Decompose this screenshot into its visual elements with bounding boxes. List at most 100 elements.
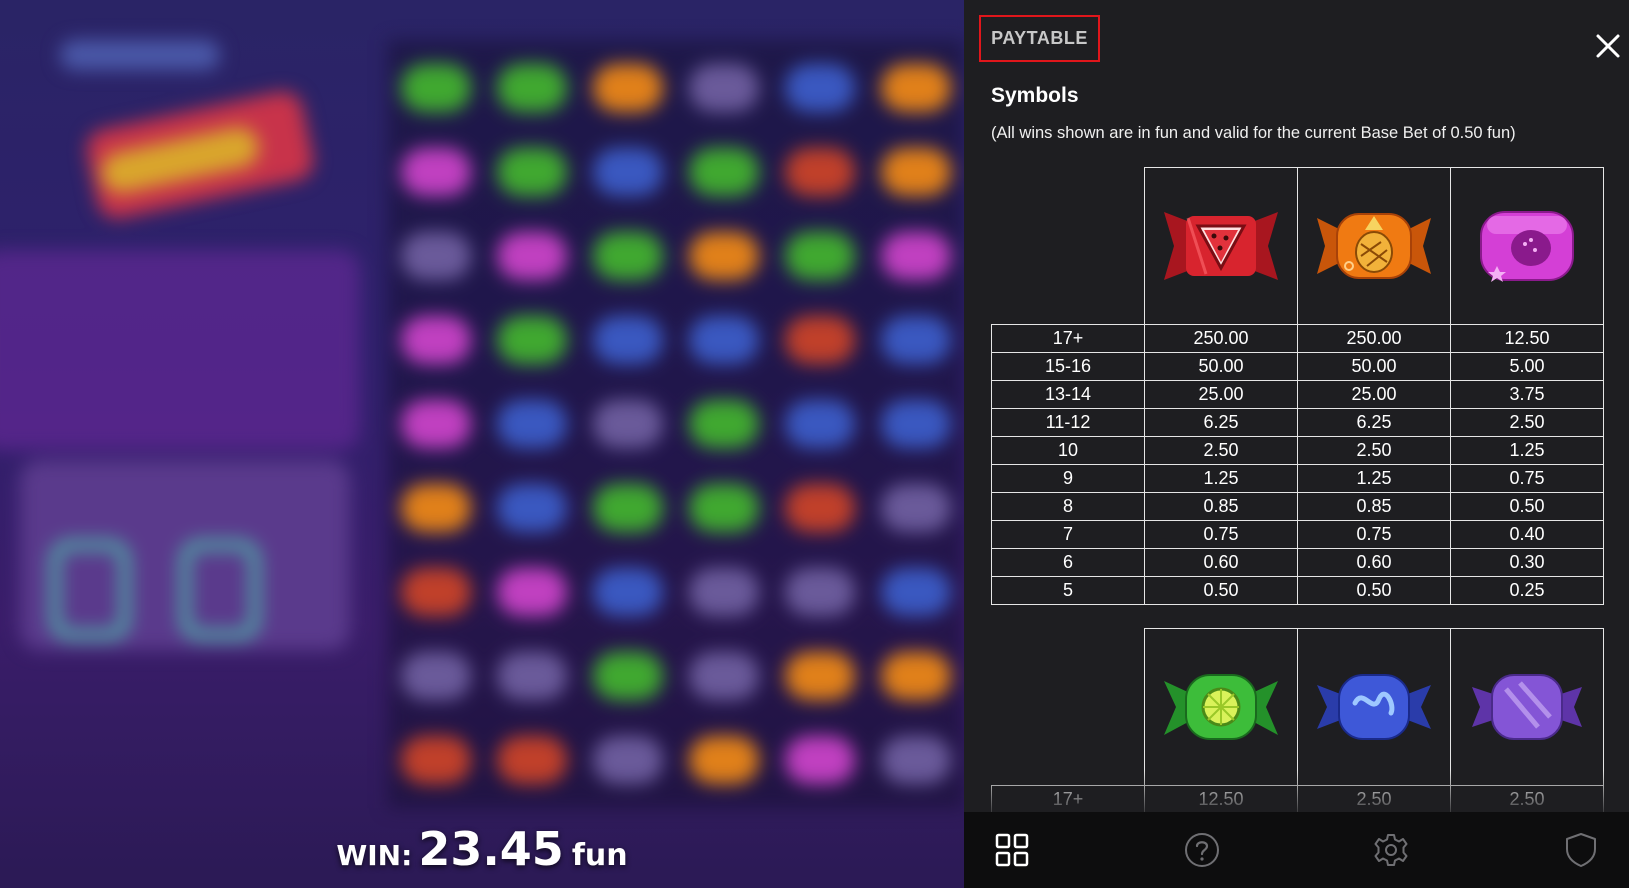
blank-cell [991, 628, 1145, 786]
payout-value-cell: 25.00 [1297, 380, 1451, 409]
reel-cell [484, 130, 580, 214]
blurred-symbol [785, 568, 855, 616]
reel-cell [868, 130, 964, 214]
blurred-symbol [497, 148, 567, 196]
win-label: WIN: [336, 839, 413, 872]
reel-cell [580, 466, 676, 550]
payout-value-cell: 1.25 [1450, 436, 1604, 465]
blurred-symbol [785, 232, 855, 280]
shield-icon [1565, 833, 1596, 867]
nav-settings-button[interactable] [1371, 830, 1411, 870]
blurred-symbol [785, 652, 855, 700]
reel-cell [868, 466, 964, 550]
reel-cell [868, 214, 964, 298]
payout-row: 17+ 12.50 2.50 2.50 [991, 785, 1604, 812]
close-button[interactable] [1594, 32, 1622, 60]
nav-responsible-gaming-button[interactable] [1561, 830, 1601, 870]
blurred-symbol [881, 568, 951, 616]
blurred-symbol [593, 316, 663, 364]
reel-cell [676, 718, 772, 802]
blurred-symbol [881, 232, 951, 280]
blurred-symbol [881, 484, 951, 532]
blurred-symbol [785, 316, 855, 364]
reel-cell [772, 46, 868, 130]
blurred-symbol [689, 64, 759, 112]
blurred-symbol [593, 232, 663, 280]
reel-cell [484, 382, 580, 466]
payout-value-cell: 2.50 [1297, 785, 1451, 812]
blurred-symbol [689, 652, 759, 700]
blurred-symbol [881, 316, 951, 364]
payout-row: 9 1.25 1.25 0.75 [991, 464, 1604, 493]
symbol-cell [1144, 628, 1298, 786]
payout-row: 13-14 25.00 25.00 3.75 [991, 380, 1604, 409]
blurred-symbol [497, 316, 567, 364]
pineapple-candy-icon [1317, 213, 1431, 279]
blurred-symbol [401, 64, 471, 112]
reel-cell [388, 46, 484, 130]
reel-cell [676, 214, 772, 298]
reel-cell [484, 298, 580, 382]
side-panel-digit [50, 540, 130, 640]
reel-cell [868, 718, 964, 802]
symbol-cell [1297, 167, 1451, 325]
blurred-symbol [401, 736, 471, 784]
blurred-symbol [593, 736, 663, 784]
symbol-count-cell: 10 [991, 436, 1145, 465]
blurred-symbol [593, 652, 663, 700]
reel-cell [676, 634, 772, 718]
reel-cell [484, 634, 580, 718]
blurred-symbol [593, 64, 663, 112]
game-background: WIN: 23.45 fun [0, 0, 964, 888]
payout-row: 15-16 50.00 50.00 5.00 [991, 352, 1604, 381]
reel-cell [868, 46, 964, 130]
blank-cell [991, 167, 1145, 325]
reel-cell [676, 46, 772, 130]
payout-value-cell: 0.75 [1450, 464, 1604, 493]
nav-help-button[interactable] [1182, 830, 1222, 870]
blurred-symbol [689, 400, 759, 448]
reel-cell [772, 718, 868, 802]
blurred-symbol [401, 232, 471, 280]
blurred-symbol [881, 652, 951, 700]
payout-row: 5 0.50 0.50 0.25 [991, 576, 1604, 605]
paytable-scroll-area[interactable]: Symbols (All wins shown are in fun and v… [964, 70, 1629, 812]
payout-value-cell: 0.75 [1297, 520, 1451, 549]
reel-cell [676, 130, 772, 214]
payout-row: 17+ 250.00 250.00 12.50 [991, 324, 1604, 353]
payout-value-cell: 0.40 [1450, 520, 1604, 549]
payout-value-cell: 0.85 [1144, 492, 1298, 521]
paytable-title: PAYTABLE [979, 15, 1100, 62]
payout-value-cell: 0.85 [1297, 492, 1451, 521]
close-icon [1596, 34, 1620, 58]
blurred-game-board [0, 0, 964, 888]
paytable-table: 17+ 250.00 250.00 12.50 15-16 50.00 50.00 5.00 1… [991, 167, 1604, 605]
reel-cell [676, 298, 772, 382]
bottom-nav [964, 812, 1629, 888]
reel-cell [388, 634, 484, 718]
reel-cell [772, 634, 868, 718]
payout-value-cell: 3.75 [1450, 380, 1604, 409]
symbol-count-cell: 7 [991, 520, 1145, 549]
payout-value-cell: 12.50 [1144, 785, 1298, 812]
payout-value-cell: 250.00 [1297, 324, 1451, 353]
payout-value-cell: 50.00 [1144, 352, 1298, 381]
payout-value-cell: 1.25 [1297, 464, 1451, 493]
symbol-cell [1450, 167, 1604, 325]
payout-row: 6 0.60 0.60 0.30 [991, 548, 1604, 577]
reel-cell [868, 550, 964, 634]
reel-cell [580, 550, 676, 634]
symbol-cell [1297, 628, 1451, 786]
section-note: (All wins shown are in fun and valid for… [991, 124, 1516, 142]
nav-paytable-button[interactable] [992, 830, 1032, 870]
reel-cell [676, 382, 772, 466]
symbol-count-cell: 6 [991, 548, 1145, 577]
symbol-row [991, 167, 1604, 325]
payout-row: 8 0.85 0.85 0.50 [991, 492, 1604, 521]
payout-value-cell: 0.60 [1144, 548, 1298, 577]
reel-cell [580, 298, 676, 382]
reel-cell [772, 550, 868, 634]
reel-cell [484, 718, 580, 802]
blurred-symbol [881, 400, 951, 448]
payout-value-cell: 5.00 [1450, 352, 1604, 381]
